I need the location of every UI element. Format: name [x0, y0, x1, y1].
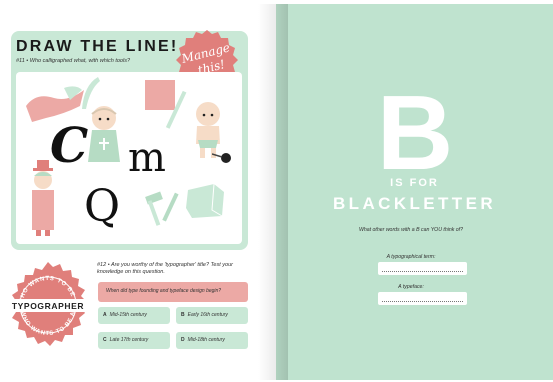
badge-center-word: TYPOGRAPHER [12, 301, 84, 311]
answer-a-key: A [103, 312, 107, 318]
right-page [276, 4, 553, 380]
big-letter: B [376, 74, 454, 192]
page-title: DRAW THE LINE! [16, 38, 179, 55]
answer-b[interactable]: B Early 16th century [176, 307, 248, 324]
answer-a[interactable]: A Mid-15th century [98, 307, 170, 324]
other-words-prompt: What other words with a B can YOU think … [359, 227, 463, 233]
answer-d-key: D [181, 337, 185, 343]
answer-c[interactable]: C Late 17th century [98, 332, 170, 349]
letter-q: Q [84, 181, 121, 232]
word-heading: BLACKLETTER [333, 194, 496, 213]
typographer-quiz-badge: WHO WANTS TO BE A WHO WANTS TO BE A TYPO… [7, 262, 89, 346]
field-2-label: A typeface: [398, 284, 424, 290]
book-spread: DRAW THE LINE! #11 • Who calligraphed wh… [0, 0, 553, 382]
answer-a-text: Mid-15th century [109, 312, 147, 318]
book-spine-shadow [258, 4, 288, 380]
ball-and-chain-illustration [212, 153, 231, 163]
quill-illustration [82, 77, 100, 109]
answer-c-key: C [103, 337, 107, 343]
answer-b-text: Early 16th century [187, 312, 228, 318]
stone-block-illustration [186, 183, 224, 218]
pink-square-illustration [145, 80, 187, 129]
answer-c-text: Late 17th century [109, 337, 149, 343]
letter-m: m [128, 135, 166, 181]
field-1-label: A typographical term: [386, 254, 436, 260]
is-for-label: IS FOR [390, 177, 439, 189]
typeface-field[interactable] [378, 292, 467, 305]
letter-c-blackletter: C [50, 118, 89, 174]
answer-d-text: Mid-18th century [187, 337, 225, 343]
answer-d[interactable]: D Mid-18th century [176, 332, 248, 349]
quiz-question: When did type founding and typeface desi… [98, 282, 248, 302]
typographical-term-field[interactable] [378, 262, 467, 275]
hammer-chisel-illustration [145, 191, 179, 226]
answer-b-key: B [181, 312, 185, 318]
quiz-intro: #12 • Are you worthy of the 'typographer… [97, 262, 233, 276]
exercise-question: #11 • Who calligraphed what, with which … [16, 58, 131, 64]
